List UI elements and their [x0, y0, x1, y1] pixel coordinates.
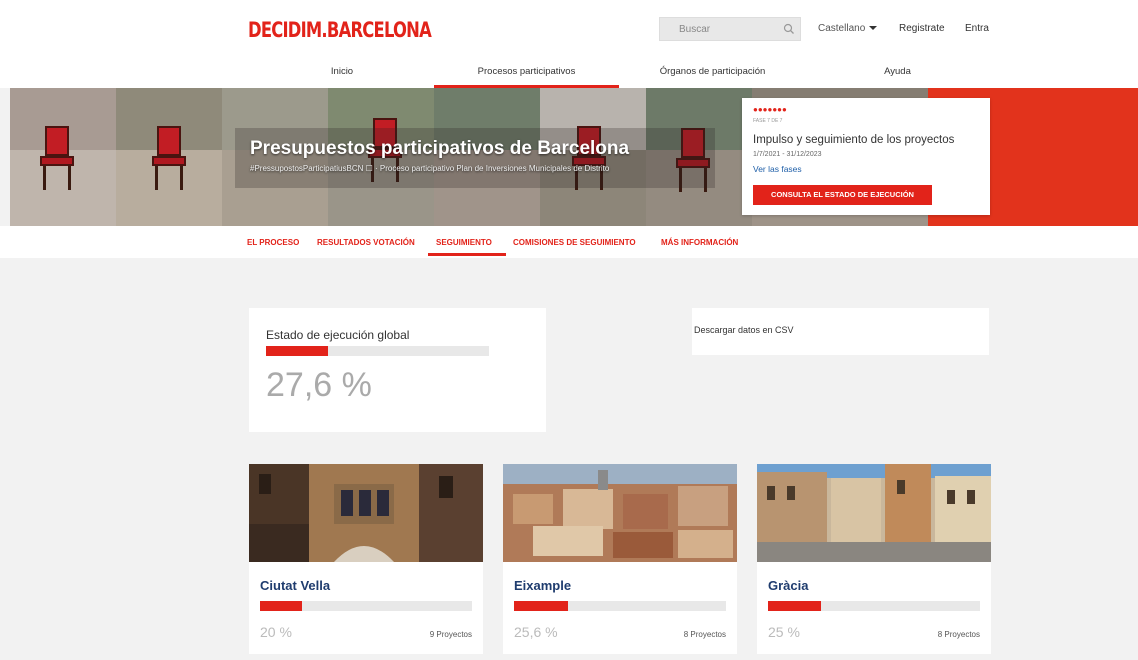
- district-progress-fill: [514, 601, 569, 611]
- process-tabs: EL PROCESO RESULTADOS VOTACIÓN SEGUIMIEN…: [0, 226, 1138, 258]
- nav-organos-participacion[interactable]: Órganos de participación: [640, 62, 785, 88]
- active-tab-indicator: [428, 253, 506, 256]
- hero-subtitle: #PressupostosParticipatiusBCN ☐ · Proces…: [250, 164, 610, 173]
- hero-photo: [116, 88, 222, 226]
- chevron-down-icon: [869, 26, 878, 31]
- district-name: Eixample: [514, 578, 572, 593]
- page-title: Presupuestos participativos de Barcelona: [250, 138, 630, 159]
- global-status-title: Estado de ejecución global: [266, 328, 410, 342]
- district-progress-fill: [260, 601, 303, 611]
- language-label: Castellano: [818, 23, 866, 34]
- phase-title: Impulso y seguimiento de los proyectos: [753, 134, 955, 146]
- district-percent: 25,6 %: [514, 624, 558, 640]
- district-card-ciutat-vella[interactable]: Ciutat Vella 20 % 9 Proyectos: [249, 464, 483, 654]
- csv-card: Descargar datos en CSV: [692, 308, 989, 355]
- execution-status-button[interactable]: CONSULTA EL ESTADO DE EJECUCIÓN: [753, 185, 932, 205]
- global-progress-fill: [266, 346, 328, 356]
- login-link[interactable]: Entra: [965, 23, 989, 34]
- district-card-eixample[interactable]: Eixample 25,6 % 8 Proyectos: [503, 464, 737, 654]
- district-progress-bar: [768, 601, 980, 611]
- phase-label: FASE 7 DE 7: [753, 118, 783, 124]
- district-image: [503, 464, 737, 562]
- district-progress-bar: [514, 601, 726, 611]
- district-progress-bar: [260, 601, 472, 611]
- district-name: Gràcia: [768, 578, 809, 593]
- global-percent: 27,6 %: [266, 366, 372, 404]
- hero-photo: [10, 88, 116, 226]
- nav-procesos-participativos[interactable]: Procesos participativos: [434, 62, 619, 88]
- district-percent: 20 %: [260, 624, 292, 640]
- tab-resultados-votacion[interactable]: RESULTADOS VOTACIÓN: [317, 238, 415, 247]
- search-box: [659, 17, 801, 41]
- tab-mas-informacion[interactable]: MÁS INFORMACIÓN: [661, 238, 738, 247]
- search-input[interactable]: [660, 18, 778, 40]
- tab-el-proceso[interactable]: EL PROCESO: [247, 238, 299, 247]
- district-percent: 25 %: [768, 624, 800, 640]
- district-card-gracia[interactable]: Gràcia 25 % 8 Proyectos: [757, 464, 991, 654]
- language-selector[interactable]: Castellano: [818, 23, 878, 34]
- tab-comisiones-seguimiento[interactable]: COMISIONES DE SEGUIMIENTO: [513, 238, 636, 247]
- site-logo[interactable]: DECIDIM.BARCELONA: [248, 18, 432, 42]
- top-header: DECIDIM.BARCELONA Castellano Registrate …: [0, 0, 1138, 62]
- main-navigation: Inicio Procesos participativos Órganos d…: [0, 62, 1138, 88]
- district-projects-link[interactable]: 8 Proyectos: [684, 630, 726, 639]
- district-projects-link[interactable]: 9 Proyectos: [430, 630, 472, 639]
- district-projects-link[interactable]: 8 Proyectos: [938, 630, 980, 639]
- district-image: [757, 464, 991, 562]
- global-progress-bar: [266, 346, 489, 356]
- phase-card: ●●●●●●● FASE 7 DE 7 Impulso y seguimient…: [742, 98, 990, 215]
- download-csv-link[interactable]: Descargar datos en CSV: [694, 325, 794, 335]
- phase-dates: 1/7/2021 - 31/12/2023: [753, 151, 822, 158]
- global-status-card: Estado de ejecución global 27,6 %: [249, 308, 546, 432]
- district-name: Ciutat Vella: [260, 578, 331, 593]
- phase-steps-indicator: ●●●●●●●: [753, 105, 787, 114]
- district-progress-fill: [768, 601, 821, 611]
- district-image: [249, 464, 483, 562]
- view-phases-link[interactable]: Ver las fases: [753, 164, 802, 174]
- register-link[interactable]: Registrate: [899, 23, 945, 34]
- search-icon[interactable]: [782, 22, 796, 36]
- nav-inicio[interactable]: Inicio: [303, 62, 381, 88]
- nav-ayuda[interactable]: Ayuda: [860, 62, 935, 88]
- tab-seguimiento[interactable]: SEGUIMIENTO: [436, 238, 492, 247]
